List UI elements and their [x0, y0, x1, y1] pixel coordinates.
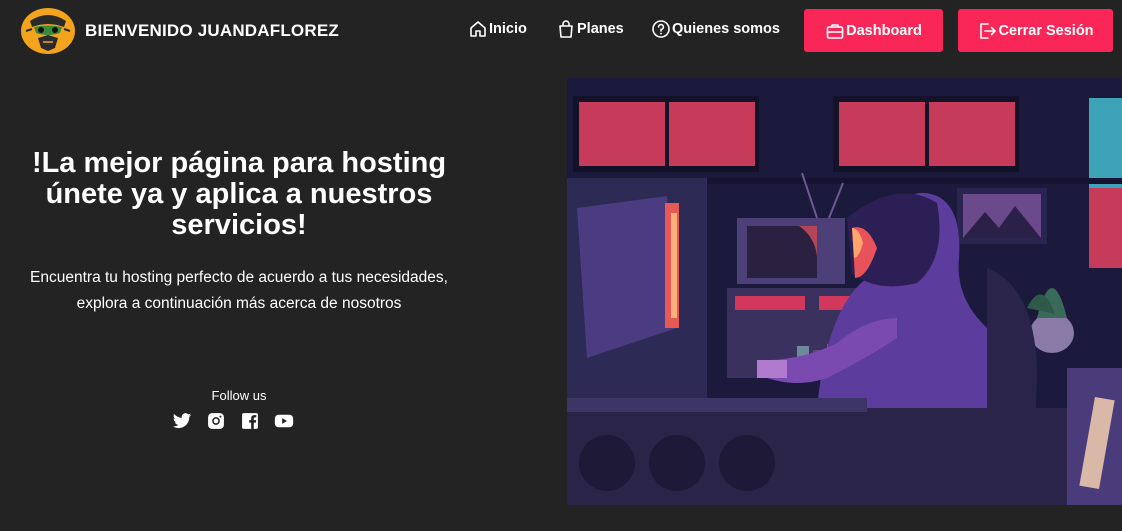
hero-subtitle-line-1: Encuentra tu hosting perfecto de acuerdo… — [30, 269, 448, 286]
question-circle-icon — [652, 20, 670, 38]
pixel-art-hacker-image — [567, 78, 1122, 505]
logout-button-label: Cerrar Sesión — [998, 22, 1094, 39]
nav-inicio[interactable]: Inicio — [468, 19, 527, 39]
nav-quienes-somos[interactable]: Quienes somos — [651, 19, 780, 39]
hero-illustration — [567, 78, 1122, 505]
nav-planes[interactable]: Planes — [556, 19, 624, 39]
nav-planes-label: Planes — [577, 21, 624, 37]
youtube-icon[interactable] — [274, 411, 294, 431]
header: BIENVENIDO JUANDAFLOREZ Inicio Planes Qu… — [0, 0, 1122, 62]
nav-inicio-label: Inicio — [489, 21, 527, 37]
brand-title: BIENVENIDO JUANDAFLOREZ — [85, 21, 339, 40]
home-icon — [470, 21, 486, 37]
instagram-icon[interactable] — [206, 411, 226, 431]
briefcase-icon — [826, 23, 844, 39]
social-links — [172, 411, 294, 431]
shopping-bag-icon — [559, 20, 573, 38]
facebook-icon[interactable] — [240, 411, 260, 431]
logout-icon — [980, 22, 997, 39]
nav-quienes-label: Quienes somos — [672, 21, 780, 37]
hero-subtitle-line-2: explora a continuación más acerca de nos… — [76, 295, 402, 312]
twitter-icon[interactable] — [172, 411, 192, 431]
hero-subtitle: Encuentra tu hosting perfecto de acuerdo… — [8, 265, 470, 317]
dashboard-button-label: Dashboard — [846, 22, 922, 39]
hero-title: !La mejor página para hosting únete ya y… — [31, 147, 447, 241]
follow-us-label: Follow us — [211, 388, 267, 403]
brand[interactable]: BIENVENIDO JUANDAFLOREZ — [20, 7, 339, 55]
dashboard-button[interactable]: Dashboard — [804, 9, 943, 52]
logo-icon[interactable] — [20, 7, 76, 55]
logout-button[interactable]: Cerrar Sesión — [958, 9, 1113, 52]
